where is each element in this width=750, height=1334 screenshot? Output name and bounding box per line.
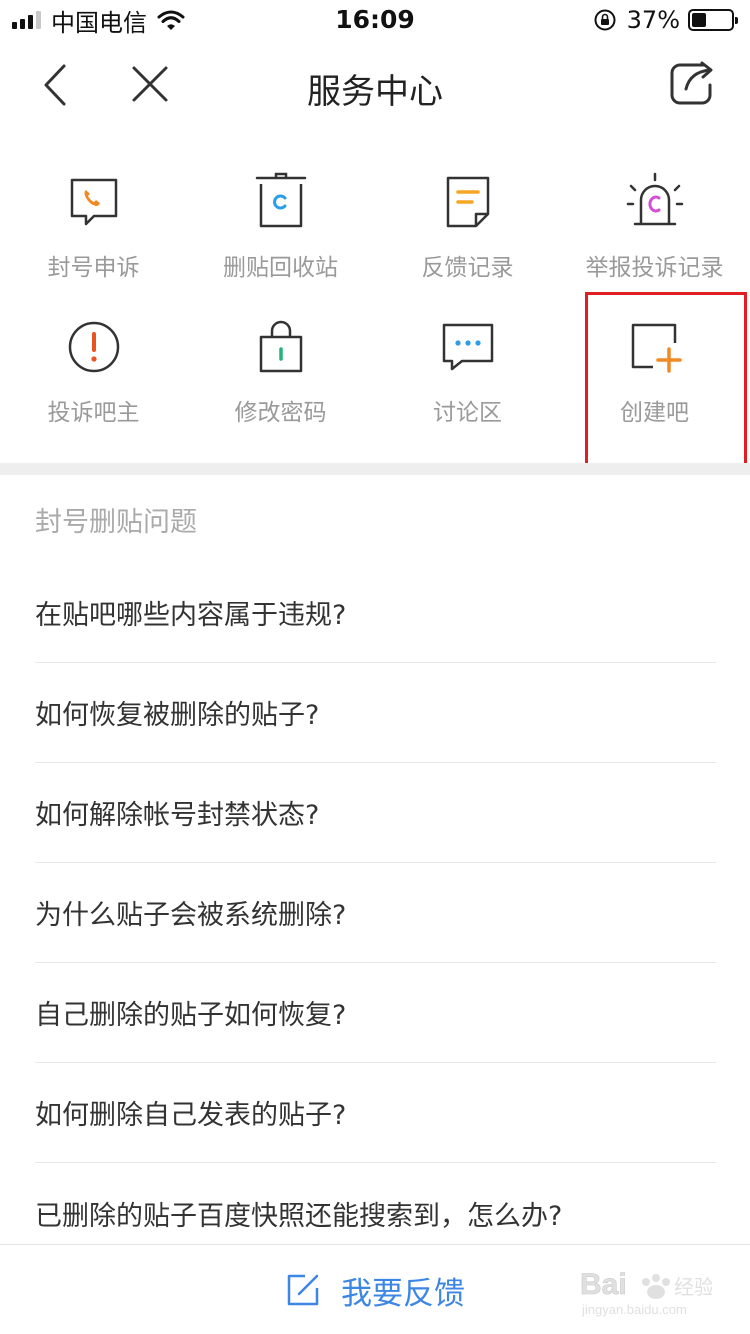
- faq-item[interactable]: 在贴吧哪些内容属于违规?: [35, 563, 716, 663]
- section-title: 封号删贴问题: [35, 507, 197, 538]
- svg-text:Bai: Bai: [580, 1268, 627, 1301]
- grid-item-label: 删贴回收站: [223, 255, 338, 281]
- faq-item[interactable]: 如何删除自己发表的贴子?: [35, 1063, 716, 1163]
- grid-item-change-password[interactable]: 修改密码: [187, 295, 374, 440]
- chat-dots-icon: [442, 323, 493, 371]
- battery-icon: [688, 9, 738, 31]
- grid-item-label: 修改密码: [234, 400, 327, 426]
- recycle-bin-icon: [255, 172, 306, 228]
- grid-item-label: 讨论区: [433, 400, 502, 426]
- status-right: 37%: [593, 6, 738, 34]
- grid-item-report-records[interactable]: 举报投诉记录: [561, 150, 748, 295]
- lock-bag-icon: [259, 320, 302, 373]
- grid-item-account-appeal[interactable]: 封号申诉: [0, 150, 187, 295]
- exclamation-circle-icon: [68, 321, 119, 373]
- battery-percent: 37%: [626, 6, 680, 34]
- faq-item[interactable]: 自己删除的贴子如何恢复?: [35, 963, 716, 1063]
- section-divider: [0, 463, 750, 475]
- faq-item[interactable]: 为什么贴子会被系统删除?: [35, 863, 716, 963]
- share-icon[interactable]: [666, 58, 718, 110]
- phone-chat-icon: [70, 178, 117, 226]
- svg-text:经验: 经验: [674, 1275, 712, 1299]
- document-icon: [446, 176, 489, 228]
- service-grid: 封号申诉 删贴回收站 反馈记录 举报投诉记录 投诉吧主 修改密码 讨论区 创建吧: [0, 150, 750, 467]
- baidu-jingyan-watermark: Bai 经验 jingyan.baidu.com: [580, 1268, 712, 1317]
- feedback-label: 我要反馈: [341, 1275, 465, 1312]
- status-bar: 中国电信 16:09 37%: [0, 0, 750, 40]
- highlight-box: [585, 292, 747, 467]
- grid-item-label: 封号申诉: [47, 255, 140, 281]
- nav-bar: 服务中心: [0, 40, 750, 130]
- grid-item-label: 反馈记录: [421, 255, 514, 281]
- rotation-lock-icon: [594, 9, 616, 31]
- grid-item-complain-moderator[interactable]: 投诉吧主: [0, 295, 187, 440]
- svg-text:jingyan.baidu.com: jingyan.baidu.com: [581, 1302, 687, 1317]
- grid-item-label: 投诉吧主: [47, 400, 140, 426]
- faq-item[interactable]: 如何恢复被删除的贴子?: [35, 663, 716, 763]
- faq-item[interactable]: 如何解除帐号封禁状态?: [35, 763, 716, 863]
- grid-item-recycle-bin[interactable]: 删贴回收站: [187, 150, 374, 295]
- page-title: 服务中心: [307, 72, 443, 112]
- faq-list: 在贴吧哪些内容属于违规? 如何恢复被删除的贴子? 如何解除帐号封禁状态? 为什么…: [35, 563, 716, 1263]
- grid-item-feedback-records[interactable]: 反馈记录: [374, 150, 561, 295]
- battery-level: [692, 13, 707, 27]
- grid-item-label: 举报投诉记录: [585, 255, 724, 281]
- alarm-bell-icon: [626, 172, 683, 226]
- edit-square-icon: [287, 1274, 319, 1306]
- grid-item-discussion[interactable]: 讨论区: [374, 295, 561, 440]
